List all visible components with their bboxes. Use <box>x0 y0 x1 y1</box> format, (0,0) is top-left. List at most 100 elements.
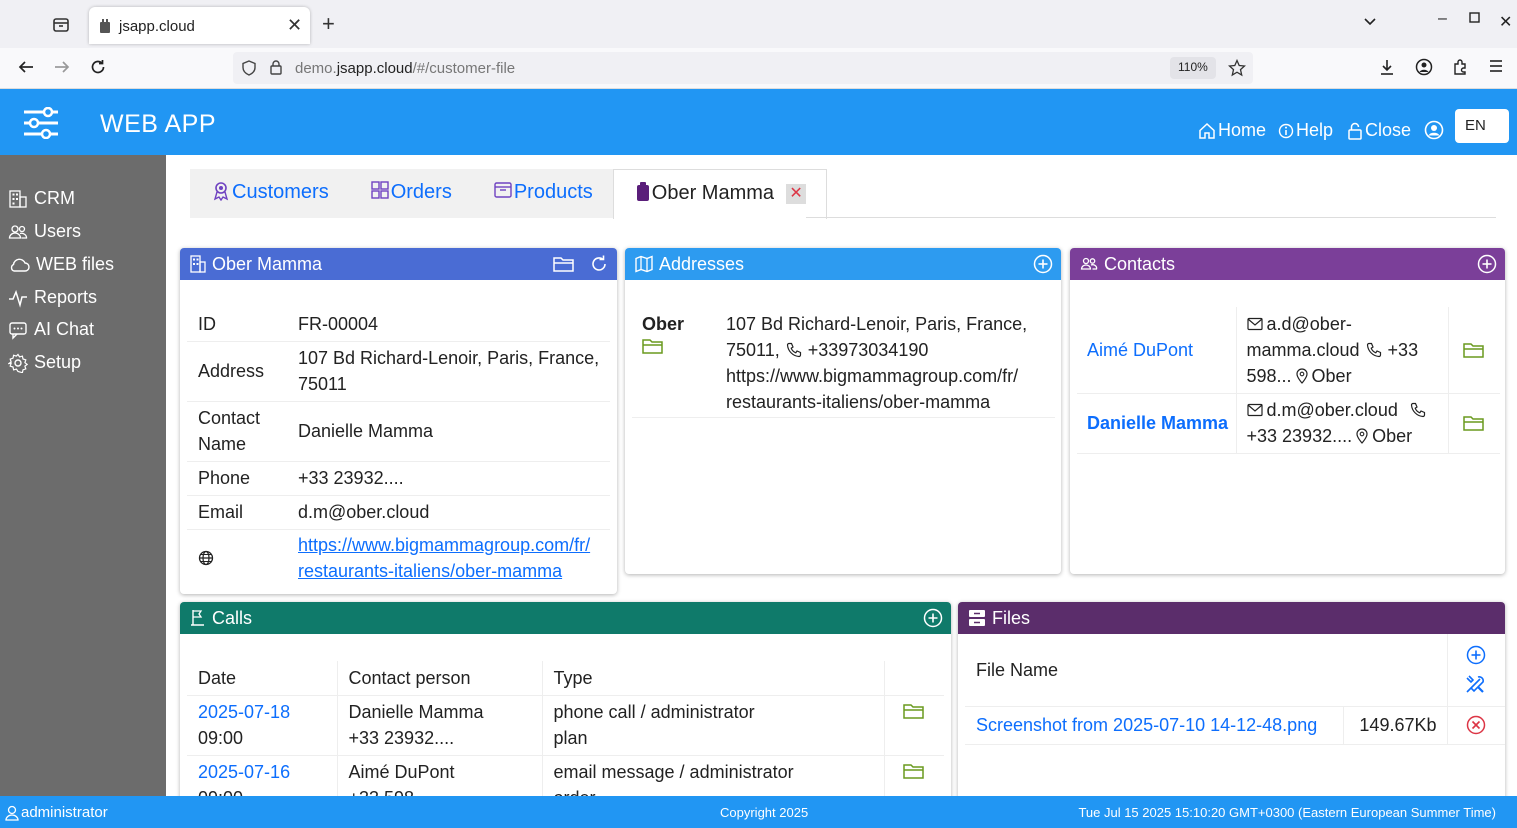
back-icon[interactable] <box>17 58 35 76</box>
language-select[interactable]: EN <box>1455 109 1509 143</box>
help-link[interactable]: Help <box>1278 120 1333 141</box>
download-icon[interactable] <box>1378 58 1396 76</box>
window-close-icon[interactable]: ✕ <box>1499 12 1512 32</box>
folder-icon[interactable] <box>1463 341 1485 359</box>
customer-phone: +33 23932.... <box>287 461 610 496</box>
folder-open-icon[interactable] <box>553 254 575 274</box>
home-icon <box>1199 122 1215 139</box>
refresh-icon[interactable] <box>589 254 609 274</box>
new-tab-icon[interactable]: + <box>322 11 335 37</box>
tab-orders[interactable]: Orders <box>348 169 472 218</box>
close-tab-button[interactable]: ✕ <box>786 184 807 204</box>
info-icon <box>1278 123 1294 138</box>
column-header-type: Type <box>541 661 884 696</box>
browser-navbar: demo.jsapp.cloud/#/customer-file 110% <box>0 48 1517 89</box>
module-tabs: Customers Orders Products Ober Mamma ✕ <box>190 169 828 219</box>
maximize-icon[interactable] <box>1469 12 1480 23</box>
award-icon <box>213 182 229 201</box>
customer-card: Ober Mamma ID FR-00004 Address 107 Bd Rich… <box>180 248 617 594</box>
call-date-link[interactable]: 2025-07-16 09:00 <box>187 755 337 796</box>
tools-icon[interactable] <box>1464 673 1488 695</box>
add-address-icon[interactable] <box>1033 254 1053 274</box>
reload-icon[interactable] <box>89 58 107 76</box>
user-icon <box>5 805 19 821</box>
sidebar-item-crm[interactable]: CRM <box>8 188 75 209</box>
close-link[interactable]: Close <box>1347 120 1411 141</box>
tab-products[interactable]: Products <box>471 169 613 218</box>
chat-icon <box>9 321 27 340</box>
tab-list-icon[interactable] <box>1362 13 1378 29</box>
cloud-icon <box>10 258 30 272</box>
call-date-link[interactable]: 2025-07-18 09:00 <box>187 695 337 756</box>
files-table: File Name Screenshot from 2025-07-10 14-… <box>965 634 1505 745</box>
inbox-icon <box>494 182 512 198</box>
unlock-icon <box>1348 122 1362 140</box>
home-link[interactable]: Home <box>1198 120 1266 141</box>
sidebar-item-ai-chat[interactable]: AI Chat <box>8 319 94 340</box>
customer-id: FR-00004 <box>287 307 610 342</box>
browser-tab-title: jsapp.cloud <box>119 18 195 35</box>
tag-icon <box>636 182 649 201</box>
sidebar-item-reports[interactable]: Reports <box>8 287 97 308</box>
app-title: WEB APP <box>100 110 217 138</box>
add-call-icon[interactable] <box>923 608 943 628</box>
sliders-menu-icon[interactable] <box>22 107 60 139</box>
address-name: Ober <box>642 314 685 334</box>
globe-icon <box>198 551 214 566</box>
add-contact-icon[interactable] <box>1477 254 1497 274</box>
file-size: 149.67Kb <box>1342 706 1447 745</box>
sidebar-item-users[interactable]: Users <box>8 221 81 242</box>
zoom-level[interactable]: 110% <box>1170 57 1216 79</box>
customer-website-link[interactable]: https://www.bigmammagroup.com/fr/ restau… <box>287 529 610 587</box>
lock-icon[interactable] <box>269 59 283 75</box>
delete-file-icon[interactable] <box>1466 715 1486 735</box>
tab-divider <box>806 217 1496 218</box>
pulse-icon <box>9 289 27 308</box>
tab-ober-mamma[interactable]: Ober Mamma ✕ <box>612 169 828 219</box>
extensions-icon[interactable] <box>1452 58 1470 76</box>
archive-icon <box>969 610 985 626</box>
user-account-icon[interactable] <box>1424 120 1444 140</box>
add-file-icon[interactable] <box>1466 645 1486 665</box>
sidebar: CRM Users WEB files Reports AI Chat Setu… <box>0 155 166 796</box>
main-content: Customers Orders Products Ober Mamma ✕ O… <box>166 155 1517 796</box>
column-header-file-name: File Name <box>965 634 1447 707</box>
gear-icon <box>8 353 28 373</box>
contacts-card-header: Contacts <box>1070 248 1505 280</box>
account-icon[interactable] <box>1415 58 1433 76</box>
file-name-link[interactable]: Screenshot from 2025-07-10 14-12-48.png <box>965 706 1343 745</box>
sidebar-item-setup[interactable]: Setup <box>8 352 81 373</box>
sidebar-item-web-files[interactable]: WEB files <box>8 254 114 275</box>
folder-icon[interactable] <box>903 762 925 780</box>
table-row: Screenshot from 2025-07-10 14-12-48.png … <box>965 706 1505 745</box>
menu-icon[interactable] <box>1488 58 1504 74</box>
folder-icon[interactable] <box>642 337 664 355</box>
building-icon <box>9 189 27 208</box>
location-pin-icon <box>1295 368 1308 384</box>
tab-overview-icon[interactable] <box>52 16 70 34</box>
field-label: Address <box>187 341 287 402</box>
contact-row: Danielle Mamma d.m@ober.cloud +33 23932.… <box>1077 393 1500 454</box>
contact-name-link[interactable]: Danielle Mamma <box>1077 393 1236 454</box>
close-tab-icon[interactable]: ✕ <box>287 15 302 36</box>
contact-name-link[interactable]: Aimé DuPont <box>1077 307 1236 394</box>
folder-icon[interactable] <box>903 702 925 720</box>
addresses-card-header: Addresses <box>625 248 1061 280</box>
minimize-icon[interactable]: – <box>1438 10 1447 28</box>
table-row: 2025-07-16 09:00 Aimé DuPont +33 598... … <box>187 755 944 796</box>
status-footer: administrator Copyright 2025 Tue Jul 15 … <box>0 796 1517 828</box>
url-text[interactable]: demo.jsapp.cloud/#/customer-file <box>295 60 515 77</box>
tab-customers[interactable]: Customers <box>190 169 349 218</box>
folder-icon[interactable] <box>1463 414 1485 432</box>
call-contact: Aimé DuPont +33 598... <box>336 755 542 796</box>
field-label: Phone <box>187 461 287 496</box>
url-bar[interactable]: demo.jsapp.cloud/#/customer-file 110% <box>233 52 1253 84</box>
browser-tab[interactable]: jsapp.cloud ✕ <box>89 7 310 44</box>
shield-icon[interactable] <box>241 60 257 76</box>
files-card: Files File Name Screenshot from 2025-07-… <box>958 602 1505 796</box>
forward-icon[interactable] <box>53 58 71 76</box>
bookmark-star-icon[interactable] <box>1228 59 1246 77</box>
map-icon <box>635 255 653 273</box>
location-pin-icon <box>1356 428 1368 444</box>
field-label: ID <box>187 307 287 342</box>
